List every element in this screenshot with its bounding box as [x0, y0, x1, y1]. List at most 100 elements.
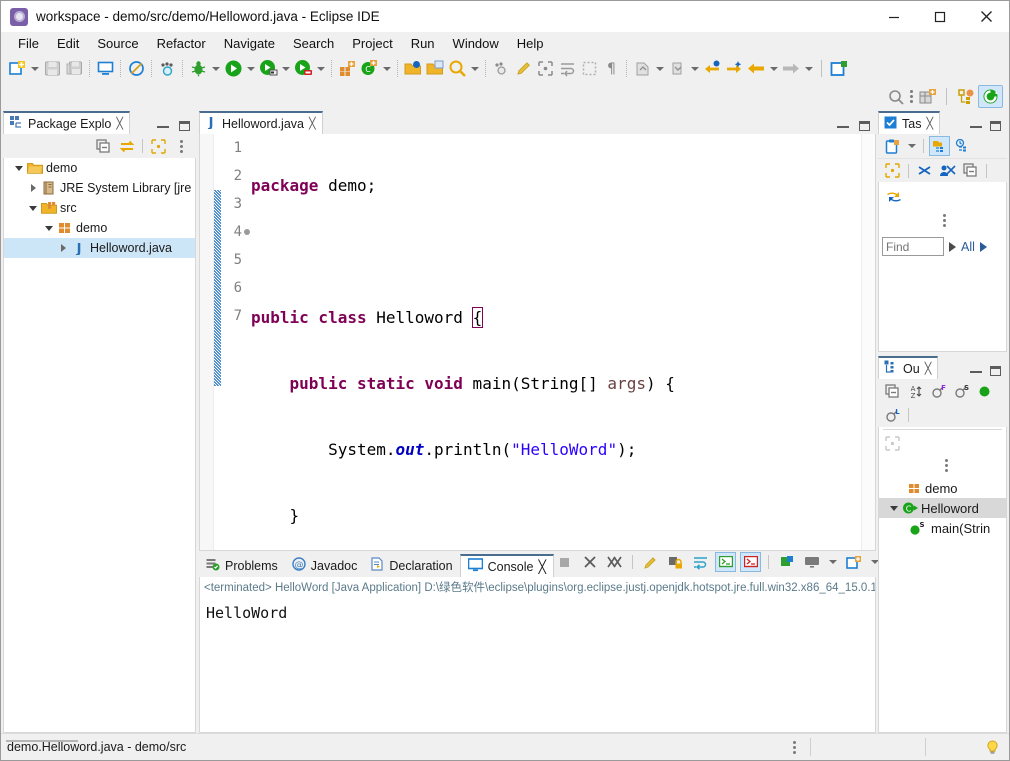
outline-item-helloword[interactable]: C Helloword — [879, 498, 1006, 518]
perspective-java-icon[interactable] — [978, 85, 1003, 108]
tab-outline[interactable]: Ou ╳ — [878, 356, 939, 379]
close-icon[interactable]: ╳ — [116, 117, 123, 130]
tab-helloword-java[interactable]: J Helloword.java ╳ — [199, 111, 323, 134]
minimize-icon[interactable] — [970, 125, 982, 128]
editor-annotation-ruler[interactable] — [200, 134, 214, 550]
clear-console-icon[interactable] — [640, 552, 661, 572]
maximize-icon[interactable] — [179, 121, 190, 131]
editor-code-text[interactable]: package demo; public class Helloword { p… — [247, 134, 861, 550]
console-select-dropdown[interactable] — [826, 550, 839, 574]
maximize-button[interactable] — [917, 1, 963, 32]
open-task-icon[interactable] — [402, 57, 424, 81]
menu-refactor[interactable]: Refactor — [148, 34, 215, 53]
tree-item-helloword-java[interactable]: J Helloword.java — [4, 238, 195, 258]
package-explorer-tree[interactable]: demo JRE System Library [jre src demo J … — [3, 158, 196, 733]
expander-icon[interactable] — [26, 184, 40, 192]
tab-tasks[interactable]: Tas ╳ — [878, 111, 941, 134]
remove-launch-icon[interactable] — [579, 552, 600, 572]
hide-static-icon[interactable]: S — [951, 381, 972, 401]
toggle-mark-occurrences-icon[interactable] — [156, 57, 178, 81]
scroll-lock-icon[interactable] — [665, 552, 686, 572]
expander-icon[interactable] — [26, 205, 40, 211]
focus-on-workweek-icon[interactable] — [882, 161, 903, 181]
debug-icon[interactable] — [187, 57, 209, 81]
outline-focus-icon[interactable] — [879, 432, 1006, 456]
view-menu-icon[interactable] — [171, 136, 192, 156]
vertical-dots-icon[interactable] — [793, 740, 796, 754]
run-external-tools-icon[interactable] — [257, 57, 279, 81]
menu-search[interactable]: Search — [284, 34, 343, 53]
lightbulb-icon[interactable] — [986, 740, 999, 754]
run-icon[interactable] — [222, 57, 244, 81]
search-icon[interactable] — [446, 57, 468, 81]
forward-edit-icon[interactable] — [723, 57, 745, 81]
tree-item-src[interactable]: src — [4, 198, 195, 218]
close-icon[interactable]: ╳ — [925, 362, 932, 375]
new-window-icon[interactable] — [94, 57, 116, 81]
new-wizard-icon[interactable] — [6, 57, 28, 81]
hide-local-types-icon[interactable]: L — [882, 405, 903, 425]
expander-icon[interactable] — [56, 244, 70, 252]
hide-fields-icon[interactable]: F — [928, 381, 949, 401]
close-button[interactable] — [963, 1, 1009, 32]
new-java-package-icon[interactable] — [336, 57, 358, 81]
coverage-dropdown[interactable] — [314, 57, 327, 81]
expander-icon[interactable] — [887, 505, 901, 511]
expander-icon[interactable] — [12, 165, 26, 171]
synchronize-changed-icon[interactable] — [914, 161, 935, 181]
console-body[interactable]: <terminated> HelloWord [Java Application… — [199, 577, 876, 733]
pin-console-icon[interactable] — [776, 552, 797, 572]
menu-file[interactable]: File — [9, 34, 48, 53]
menu-edit[interactable]: Edit — [48, 34, 88, 53]
find-more-icon[interactable] — [979, 241, 987, 252]
last-edit-location-icon[interactable] — [701, 57, 723, 81]
minimize-icon[interactable] — [157, 125, 169, 128]
back-dropdown[interactable] — [767, 57, 780, 81]
show-console-when-stderr-icon[interactable] — [740, 552, 761, 572]
outline-view-menu-icon[interactable] — [879, 456, 1006, 478]
coverage-icon[interactable] — [292, 57, 314, 81]
display-selected-console-icon[interactable] — [801, 552, 822, 572]
tree-item-demo-project[interactable]: demo — [4, 158, 195, 178]
categorize-by-icon[interactable] — [929, 136, 950, 156]
tasks-view-menu-icon[interactable] — [883, 212, 1002, 233]
tasks-content[interactable]: All — [878, 182, 1007, 352]
schedule-icon[interactable] — [952, 136, 973, 156]
new-class-dropdown[interactable] — [380, 57, 393, 81]
menu-run[interactable]: Run — [402, 34, 444, 53]
new-wizard-dropdown[interactable] — [28, 57, 41, 81]
open-console-icon[interactable] — [843, 552, 864, 572]
tree-item-jre-system-library[interactable]: JRE System Library [jre — [4, 178, 195, 198]
expander-icon[interactable] — [42, 225, 56, 231]
open-perspective-icon[interactable] — [915, 85, 940, 108]
external-tools-dropdown[interactable] — [279, 57, 292, 81]
find-run-icon[interactable] — [949, 241, 956, 252]
outline-item-main-method[interactable]: S main(Strin — [879, 518, 1006, 538]
back-icon[interactable] — [745, 57, 767, 81]
outline-item-demo[interactable]: demo — [879, 478, 1006, 498]
remove-all-terminated-icon[interactable] — [604, 552, 625, 572]
menu-window[interactable]: Window — [444, 34, 508, 53]
hide-nonpublic-icon[interactable] — [974, 381, 995, 401]
close-icon[interactable]: ╳ — [926, 117, 933, 130]
quick-access-search-icon[interactable] — [883, 85, 908, 108]
minimize-button[interactable] — [871, 1, 917, 32]
editor-overview-ruler[interactable] — [861, 134, 875, 550]
tab-javadoc[interactable]: @ Javadoc — [285, 554, 365, 577]
synchronize-status-icon[interactable] — [883, 187, 1002, 212]
new-task-dropdown[interactable] — [905, 134, 918, 158]
new-perspective-icon[interactable] — [828, 57, 850, 81]
skip-breakpoints-icon[interactable] — [125, 57, 147, 81]
run-dropdown[interactable] — [244, 57, 257, 81]
tab-package-explorer[interactable]: Package Explo ╳ — [3, 111, 131, 134]
menu-source[interactable]: Source — [88, 34, 147, 53]
search-dropdown[interactable] — [468, 57, 481, 81]
editor-body[interactable]: 1 2 3 4 5 6 7 package demo; public class… — [199, 134, 876, 551]
debug-dropdown[interactable] — [209, 57, 222, 81]
menu-navigate[interactable]: Navigate — [215, 34, 284, 53]
menu-project[interactable]: Project — [343, 34, 401, 53]
tab-declaration[interactable]: Declaration — [364, 554, 459, 577]
focus-on-active-task-icon[interactable] — [148, 136, 169, 156]
menu-help[interactable]: Help — [508, 34, 553, 53]
perspective-java-ee-icon[interactable] — [953, 85, 978, 108]
